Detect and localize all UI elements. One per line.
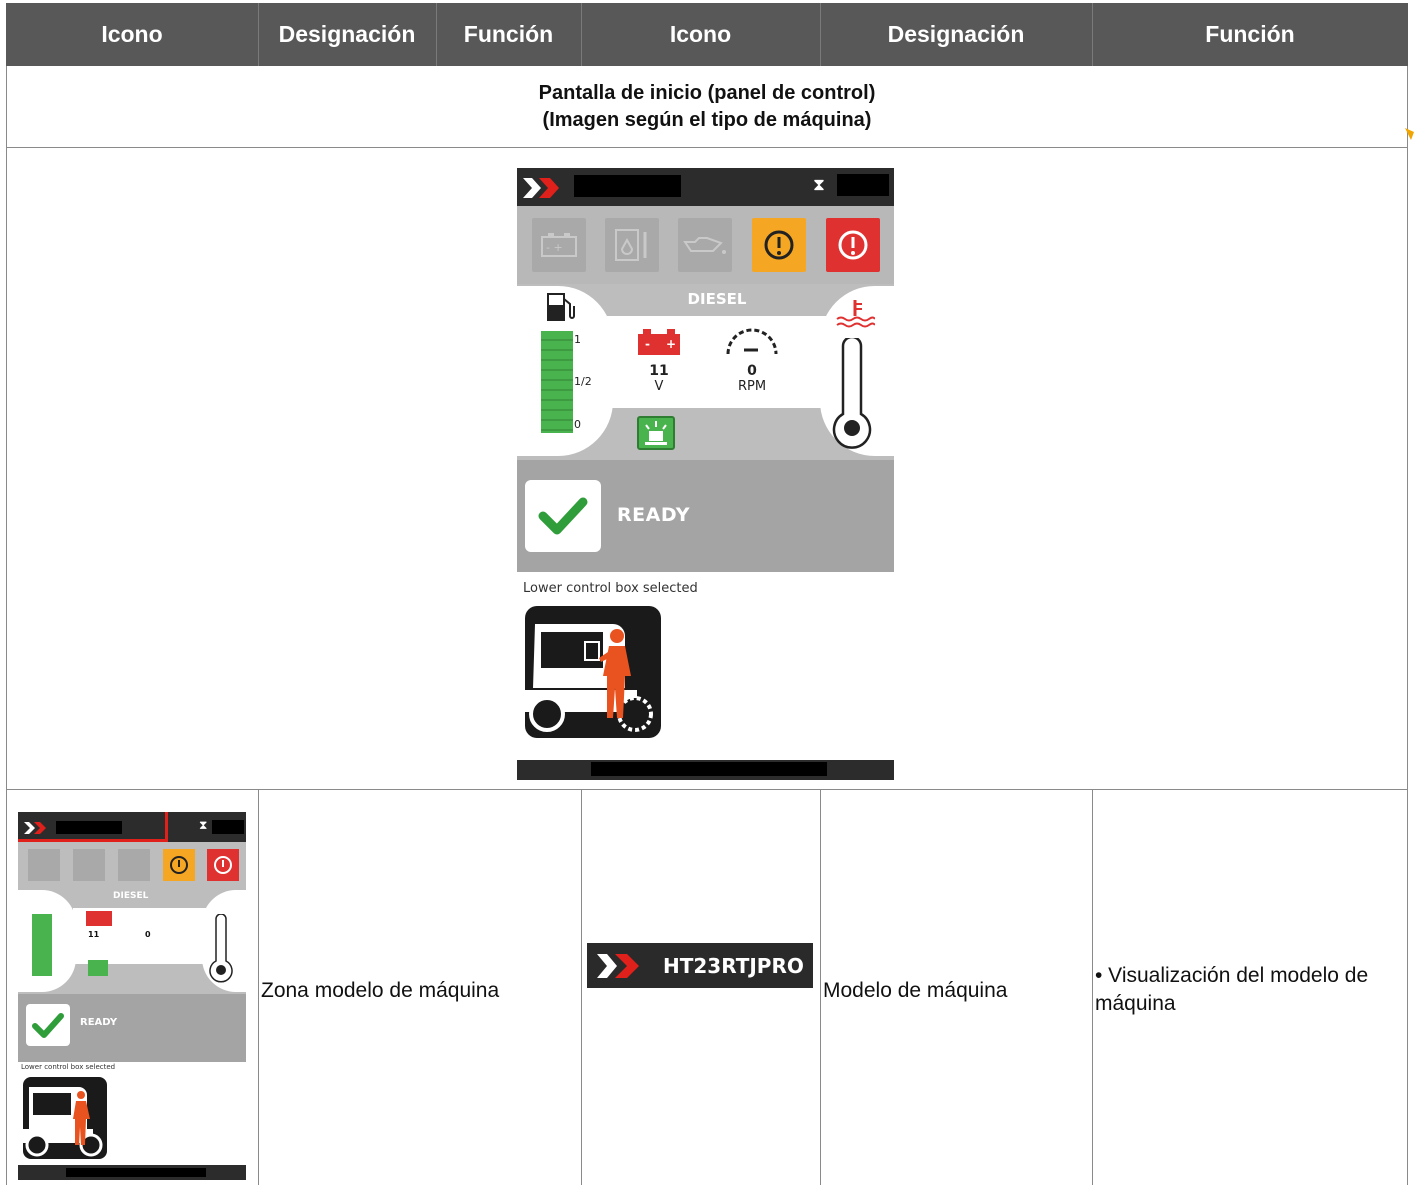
header-divider — [820, 3, 821, 66]
header-divider — [258, 3, 259, 66]
alarm-stop-icon — [207, 849, 239, 881]
redacted-model — [574, 175, 681, 197]
ready-check-icon — [26, 1004, 70, 1046]
header-icon-2: Icono — [669, 21, 732, 47]
row-divider — [6, 789, 1408, 790]
header-function-1: Función — [463, 21, 554, 47]
svg-text:- +: - + — [546, 241, 563, 254]
battery-icon: - + — [638, 329, 680, 355]
voltage-readout: 11 V — [619, 363, 699, 395]
designation-machine-model: Modelo de máquina — [823, 979, 1008, 1002]
thermometer-icon — [832, 338, 872, 449]
fuel-level-bar — [541, 331, 573, 433]
edge-mark-icon — [1405, 128, 1414, 140]
section-title-line1: Pantalla de inicio (panel de control) — [538, 82, 876, 104]
rpm-readout: 0 RPM — [712, 363, 792, 395]
engine-warning-icon — [752, 218, 806, 272]
oil-pressure-icon — [678, 218, 732, 272]
redacted-footer — [591, 762, 827, 776]
designation-model-zone: Zona modelo de máquina — [261, 979, 500, 1002]
control-box-text: Lower control box selected — [523, 581, 698, 596]
coolant-temp-icon — [836, 300, 875, 328]
hourglass-icon: ⧗ — [199, 818, 208, 832]
column-divider — [258, 789, 259, 1185]
battery-icon — [86, 911, 112, 926]
header-designation-2: Designación — [887, 21, 1025, 47]
voltage-unit: V — [654, 379, 664, 394]
control-box-text: Lower control box selected — [21, 1063, 116, 1071]
coolant-level-icon — [73, 849, 105, 881]
model-name: HT23RTJPRO — [663, 953, 804, 978]
section-title-line2: (Imagen según el tipo de máquina) — [542, 109, 872, 131]
hourglass-icon: ⧗ — [813, 175, 825, 195]
lower-control-box-icon — [23, 1077, 107, 1159]
fuel-pump-icon — [547, 293, 575, 321]
rpm-value: 0 — [145, 930, 151, 939]
fuel-tick-half: 1/2 — [574, 375, 592, 388]
control-panel-screen: ⧗ - + DIESEL 1 1/2 0 - + 11 V 0 RPM READ… — [517, 168, 894, 780]
header-divider — [436, 3, 437, 66]
table-border-right — [1407, 66, 1408, 1185]
rpm-unit: RPM — [737, 379, 767, 394]
brand-chevron-icon — [523, 178, 559, 198]
machine-model-logo: HT23RTJPRO — [587, 943, 813, 988]
voltage-value: 11 — [649, 363, 669, 379]
fuel-type-label: DIESEL — [113, 891, 149, 901]
fuel-tick-full: 1 — [574, 333, 581, 346]
rpm-value: 0 — [747, 363, 757, 379]
header-function-2: Función — [1205, 21, 1295, 47]
engine-warning-icon — [163, 849, 195, 881]
status-label: READY — [80, 1017, 118, 1028]
header-divider — [1092, 3, 1093, 66]
section-title: Pantalla de inicio (panel de control) (I… — [6, 67, 1408, 147]
fuel-tick-zero: 0 — [574, 418, 581, 431]
model-zone-highlight — [18, 812, 168, 842]
redacted-hours — [837, 174, 889, 196]
header-icon-1: Icono — [101, 21, 163, 47]
lower-control-box-icon — [525, 606, 661, 738]
fuel-level-bar — [32, 914, 52, 976]
battery-warning-icon: - + — [532, 218, 586, 272]
alarm-stop-icon — [826, 218, 880, 272]
column-divider — [820, 789, 821, 1185]
coolant-level-icon — [605, 218, 659, 272]
thermometer-icon — [209, 914, 233, 983]
status-label: READY — [617, 504, 690, 526]
row-divider — [6, 147, 1408, 148]
redacted-hours — [212, 820, 244, 834]
svg-text:-: - — [645, 337, 650, 351]
screen-thumbnail: ⧗ DIESEL 11 0 READY Lower control box se… — [18, 812, 246, 1180]
column-divider — [581, 789, 582, 1185]
beacon-icon — [637, 416, 675, 450]
rpm-gauge-icon — [726, 328, 778, 355]
battery-warning-icon — [28, 849, 60, 881]
function-description: • Visualización del modelo de máquina — [1095, 964, 1369, 1015]
beacon-icon — [88, 960, 108, 976]
column-divider — [1092, 789, 1093, 1185]
ready-check-icon — [525, 480, 601, 552]
voltage-value: 11 — [88, 930, 100, 939]
table-border-left — [6, 66, 7, 1185]
oil-pressure-icon — [118, 849, 150, 881]
header-divider — [581, 3, 582, 66]
brand-chevron-icon — [597, 953, 639, 978]
header-designation-1: Designación — [278, 21, 416, 47]
svg-text:+: + — [666, 337, 676, 351]
fuel-type-label: DIESEL — [687, 290, 747, 308]
